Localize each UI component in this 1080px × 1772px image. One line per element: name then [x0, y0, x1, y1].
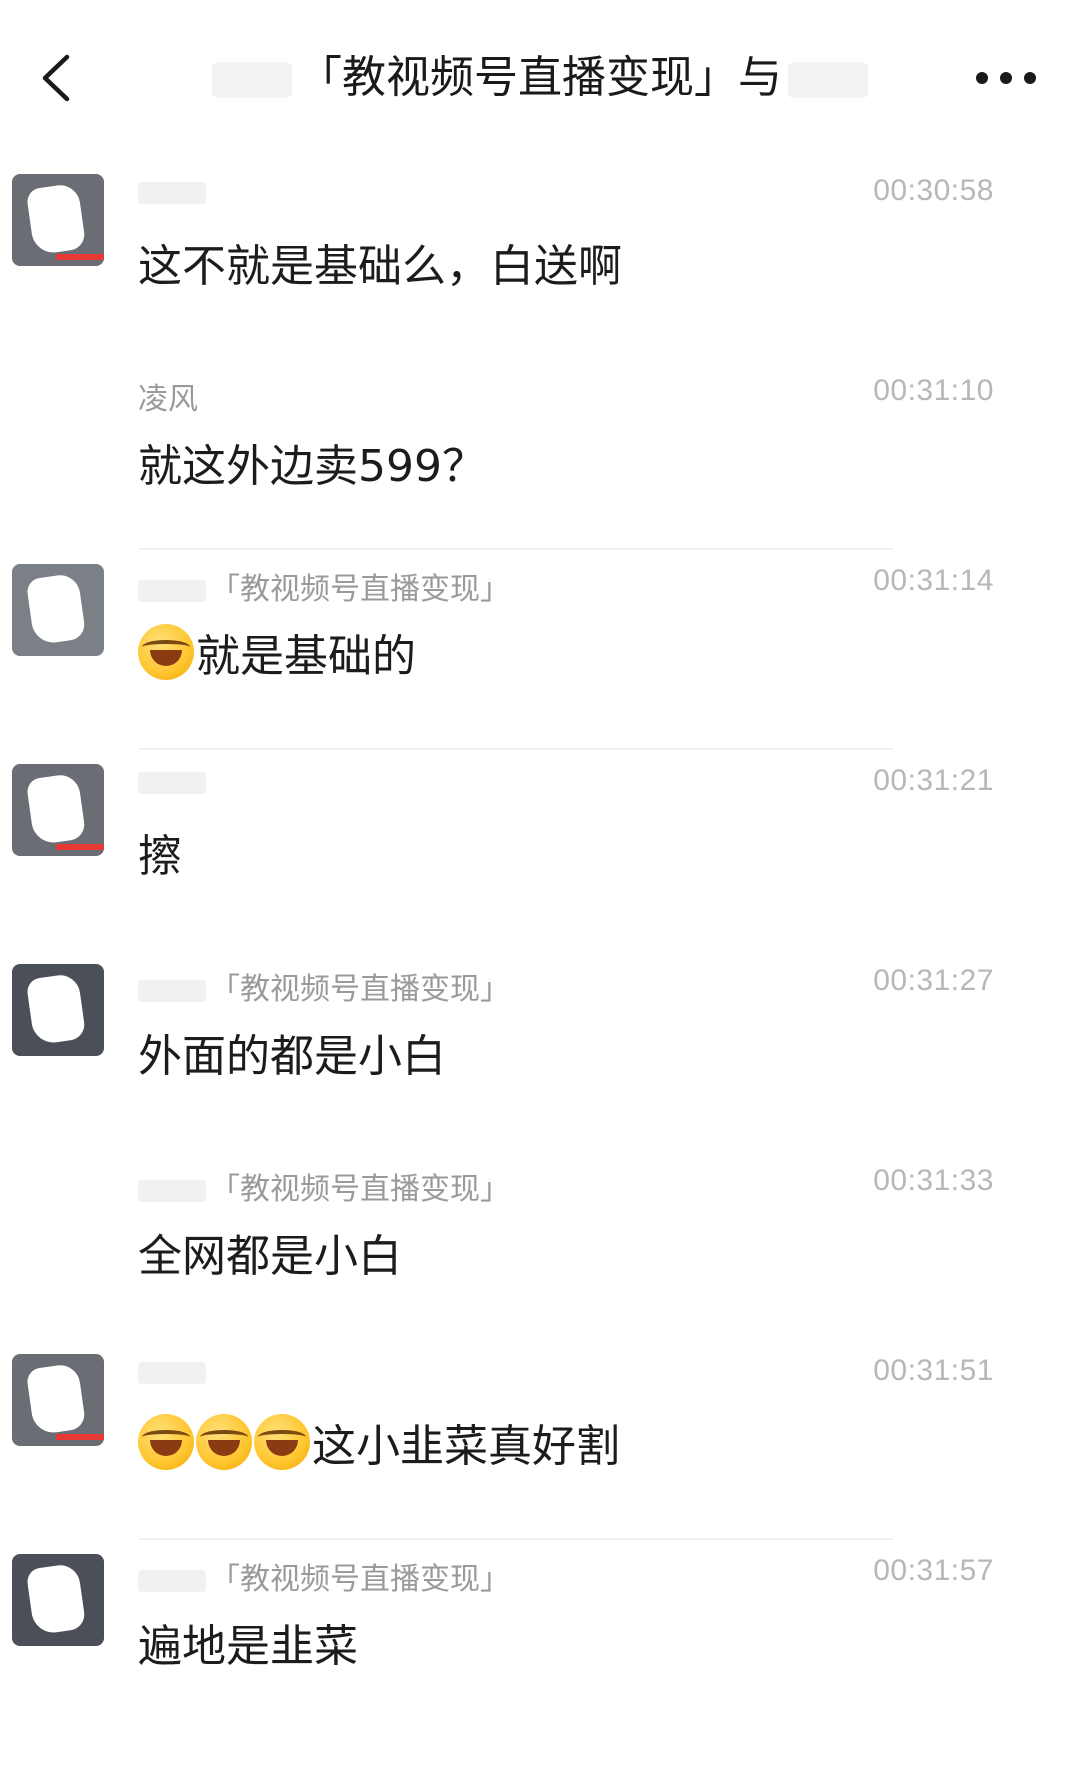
- sender-name: 「教视频号直播变现」: [138, 1554, 510, 1598]
- message-time: 00:31:27: [873, 964, 994, 997]
- redacted-title-part: [212, 62, 292, 98]
- message-time: 00:31:21: [873, 764, 994, 797]
- message-time: 00:31:51: [873, 1354, 994, 1387]
- message-item[interactable]: 「教视频号直播变现」 00:31:57 遍地是韭菜: [0, 1540, 1080, 1740]
- message-time: 00:31:33: [873, 1164, 994, 1197]
- message-text: 擦: [138, 831, 182, 882]
- message-list: 00:30:58 这不就是基础么，白送啊 凌风 00:31:10 就这外边卖59…: [0, 160, 1080, 1740]
- message-item[interactable]: 「教视频号直播变现」 00:31:27 外面的都是小白: [0, 950, 1080, 1150]
- message-text: 就这外边卖599？: [138, 441, 486, 492]
- redacted-title-part: [788, 62, 868, 98]
- facepalm-emoji-icon: [254, 1414, 310, 1470]
- facepalm-emoji-icon: [196, 1414, 252, 1470]
- message-time: 00:31:10: [873, 374, 994, 407]
- message-text: 就是基础的: [138, 620, 416, 684]
- sender-name: 凌风: [138, 382, 198, 417]
- avatar[interactable]: [12, 1554, 104, 1646]
- sender-name: 「教视频号直播变现」: [138, 1164, 510, 1208]
- message-item[interactable]: 「教视频号直播变现」 00:31:33 全网都是小白: [0, 1150, 1080, 1340]
- message-text: 这小韭菜真好割: [138, 1410, 620, 1474]
- sender-name: [138, 764, 210, 799]
- message-item[interactable]: 凌风 00:31:10 就这外边卖599？: [0, 360, 1080, 550]
- message-item[interactable]: 00:31:21 擦: [0, 750, 1080, 950]
- chat-title: 「教视频号直播变现」与: [120, 46, 960, 110]
- facepalm-emoji-icon: [138, 1414, 194, 1470]
- more-button[interactable]: [960, 46, 1052, 110]
- message-text: 这不就是基础么，白送啊: [138, 241, 622, 292]
- avatar[interactable]: [12, 764, 104, 856]
- laughing-tears-emoji-icon: [138, 624, 194, 680]
- chat-title-text: 「教视频号直播变现」与: [298, 52, 782, 103]
- message-text: 外面的都是小白: [138, 1031, 446, 1082]
- avatar[interactable]: [12, 1354, 104, 1446]
- avatar[interactable]: [12, 564, 104, 656]
- more-horizontal-icon: [976, 72, 1036, 84]
- message-text: 遍地是韭菜: [138, 1621, 358, 1672]
- message-time: 00:31:57: [873, 1554, 994, 1587]
- message-time: 00:30:58: [873, 174, 994, 207]
- chat-header: 「教视频号直播变现」与: [0, 0, 1080, 160]
- chevron-left-icon: [42, 54, 70, 102]
- message-item[interactable]: 00:31:51 这小韭菜真好割: [0, 1340, 1080, 1540]
- sender-name: [138, 174, 210, 209]
- message-item[interactable]: 00:30:58 这不就是基础么，白送啊: [0, 160, 1080, 360]
- avatar[interactable]: [12, 964, 104, 1056]
- back-button[interactable]: [28, 36, 84, 120]
- avatar[interactable]: [12, 174, 104, 266]
- sender-name: 「教视频号直播变现」: [138, 964, 510, 1008]
- message-text: 全网都是小白: [138, 1231, 402, 1282]
- sender-name: [138, 1354, 210, 1389]
- message-item[interactable]: 「教视频号直播变现」 00:31:14 就是基础的: [0, 550, 1080, 750]
- sender-name: 「教视频号直播变现」: [138, 564, 510, 608]
- message-time: 00:31:14: [873, 564, 994, 597]
